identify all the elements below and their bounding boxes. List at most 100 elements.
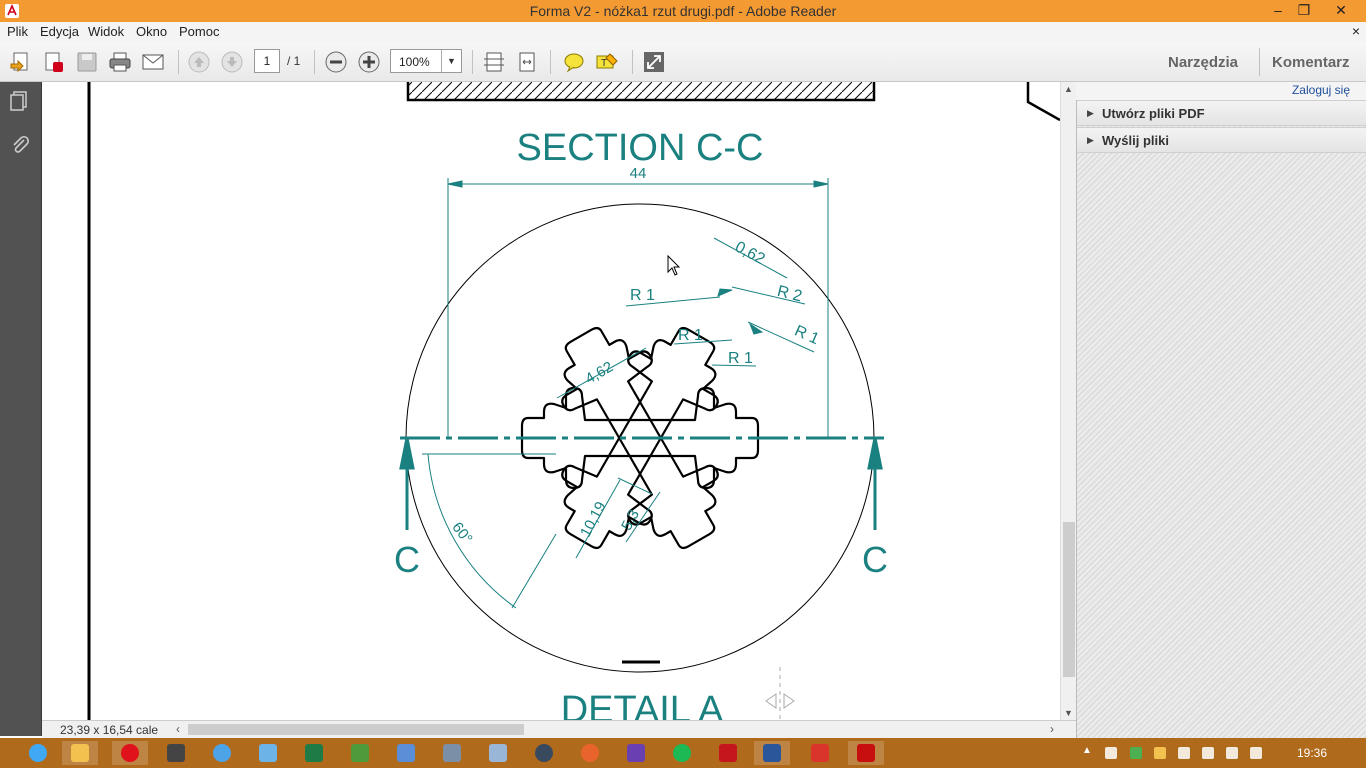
volume-icon[interactable]	[1226, 747, 1238, 759]
app-icon-5[interactable]	[434, 741, 470, 765]
mouse-cursor-icon	[667, 254, 681, 276]
app-icon-4[interactable]	[388, 741, 424, 765]
dimension-label-r1-d: R 1	[728, 350, 753, 367]
section-title: SECTION C-C	[517, 127, 764, 169]
chevron-down-icon[interactable]: ▼	[441, 50, 461, 72]
page-thumbnails-icon[interactable]	[9, 90, 31, 112]
zoom-out-icon[interactable]	[324, 50, 348, 74]
zoom-select[interactable]: 100% ▼	[390, 49, 462, 73]
save-icon[interactable]	[75, 50, 99, 74]
svg-text:T: T	[601, 58, 607, 69]
taskbar: ▲ 19:36	[0, 738, 1366, 768]
radius-leaders	[422, 237, 815, 609]
document-size: 23,39 x 16,54 cale	[60, 723, 159, 737]
create-pdf-icon[interactable]	[42, 50, 66, 74]
horizontal-scroll-thumb[interactable]	[188, 724, 524, 735]
opera-icon[interactable]	[112, 741, 148, 765]
previous-page-icon[interactable]	[187, 50, 211, 74]
login-link[interactable]: Zaloguj się	[1076, 82, 1366, 100]
menu-plik[interactable]: Plik	[7, 24, 28, 39]
adobe-reader-taskbar-icon[interactable]	[848, 741, 884, 765]
fit-width-icon[interactable]	[515, 50, 539, 74]
hatched-section-block	[406, 82, 876, 102]
menu-okno[interactable]: Okno	[136, 24, 167, 39]
mail-icon[interactable]	[802, 741, 838, 765]
tray-expand-icon[interactable]: ▲	[1082, 745, 1094, 757]
network-icon[interactable]	[1250, 747, 1262, 759]
internet-explorer-icon[interactable]	[20, 741, 56, 765]
sticky-note-icon[interactable]	[562, 50, 586, 74]
section-view-arrow-mark	[1026, 82, 1060, 122]
toolbar-separator	[1259, 48, 1260, 76]
title-bar: Forma V2 - nóżka1 rzut drugi.pdf - Adobe…	[0, 0, 1366, 22]
app-icon-1[interactable]	[158, 741, 194, 765]
technical-drawing: SECTION C-C 44 0,62 R 2 R 1 R 1 R 1 R 1 …	[87, 82, 1060, 720]
close-button[interactable]: ✕	[1326, 0, 1356, 22]
menu-edycja[interactable]: Edycja	[40, 24, 79, 39]
menu-pomoc[interactable]: Pomoc	[179, 24, 219, 39]
file-explorer-icon[interactable]	[62, 741, 98, 765]
open-file-icon[interactable]	[9, 50, 33, 74]
battery-icon[interactable]	[1202, 747, 1214, 759]
firefox-icon[interactable]	[572, 741, 608, 765]
next-page-icon[interactable]	[220, 50, 244, 74]
dimension-label-53: 5,3	[618, 507, 643, 533]
menu-widok[interactable]: Widok	[88, 24, 124, 39]
zoom-value: 100%	[399, 55, 430, 69]
dimension-label-60deg: 60°	[448, 519, 475, 547]
zoom-in-icon[interactable]	[357, 50, 381, 74]
restore-button[interactable]: ❐	[1289, 0, 1319, 22]
scroll-down-icon[interactable]: ▼	[1064, 708, 1073, 718]
tray-icon-1[interactable]	[1105, 747, 1117, 759]
dimension-label-1019: 10,19	[577, 499, 610, 540]
comment-tab[interactable]: Komentarz	[1272, 54, 1350, 71]
calculator-icon[interactable]	[480, 741, 516, 765]
fullscreen-icon[interactable]	[642, 50, 666, 74]
excel-icon[interactable]	[296, 741, 332, 765]
panel-send-files[interactable]: ▶ Wyślij pliki	[1077, 127, 1366, 153]
expand-triangle-icon: ▶	[1087, 135, 1094, 145]
close-document-button[interactable]: ×	[1352, 23, 1360, 39]
scroll-up-icon[interactable]: ▲	[1064, 84, 1073, 94]
vertical-scrollbar[interactable]: ▲ ▼	[1060, 82, 1076, 720]
attachments-icon[interactable]	[9, 134, 31, 156]
toolbar-separator	[178, 50, 179, 74]
panel-send-files-label: Wyślij pliki	[1102, 133, 1169, 148]
horizontal-scrollbar[interactable]: ‹ ›	[172, 721, 1058, 738]
tray-icon-2[interactable]	[1130, 747, 1142, 759]
highlight-text-icon[interactable]: T	[595, 50, 619, 74]
email-icon[interactable]	[141, 50, 165, 74]
toolbar-separator	[472, 50, 473, 74]
toolbar-separator	[314, 50, 315, 74]
word-icon[interactable]	[754, 741, 790, 765]
app-icon-7[interactable]	[618, 741, 654, 765]
vertical-scroll-thumb[interactable]	[1063, 522, 1075, 677]
section-marker-right: C	[862, 539, 888, 580]
section-marker-left: C	[394, 539, 420, 580]
app-icon-6[interactable]	[526, 741, 562, 765]
app-icon-2[interactable]	[204, 741, 240, 765]
scroll-left-icon[interactable]: ‹	[176, 722, 180, 736]
print-icon[interactable]	[108, 50, 132, 74]
tools-tab[interactable]: Narzędzia	[1168, 54, 1238, 71]
dimension-label-462: 4,62	[582, 358, 616, 387]
dimension-label-r1-c: R 1	[678, 327, 703, 344]
page-total: / 1	[287, 54, 301, 68]
flag-icon[interactable]	[1178, 747, 1190, 759]
scroll-right-icon[interactable]: ›	[1050, 722, 1054, 736]
dimension-label-44: 44	[630, 165, 647, 182]
navigation-pane	[0, 82, 42, 736]
notepad-icon[interactable]	[250, 741, 286, 765]
fit-page-icon[interactable]	[482, 50, 506, 74]
app-icon-3[interactable]	[342, 741, 378, 765]
expand-triangle-icon: ▶	[1087, 108, 1094, 118]
document-view[interactable]: SECTION C-C 44 0,62 R 2 R 1 R 1 R 1 R 1 …	[42, 82, 1060, 720]
tray-icon-3[interactable]	[1154, 747, 1166, 759]
spotify-icon[interactable]	[664, 741, 700, 765]
toolbar-separator	[550, 50, 551, 74]
panel-create-pdf[interactable]: ▶ Utwórz pliki PDF	[1077, 100, 1366, 126]
page-number-input[interactable]: 1	[254, 49, 280, 73]
detail-title: DETAIL A	[561, 689, 724, 720]
app-icon-8[interactable]	[710, 741, 746, 765]
clock[interactable]: 19:36	[1297, 746, 1327, 760]
